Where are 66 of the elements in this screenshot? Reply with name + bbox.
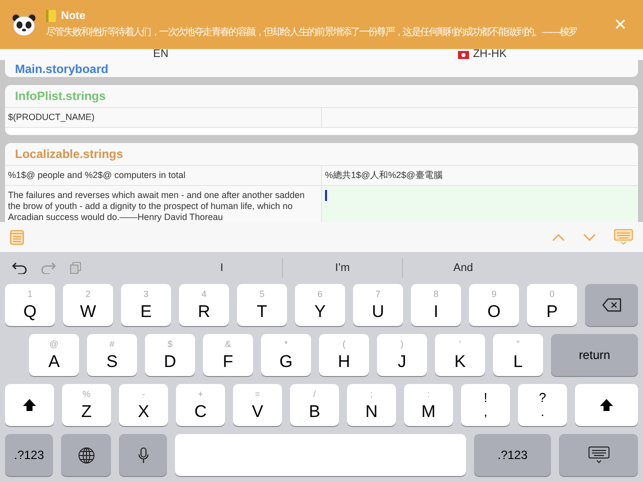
key[interactable]: 2 W [63,284,113,326]
panda-icon [12,14,36,36]
key[interactable]: ” L [493,334,543,376]
translation-field[interactable]: %總共1$@人和%2$@臺電腦 [321,166,638,185]
key[interactable]: 5 T [237,284,287,326]
key[interactable]: / B [290,384,339,426]
key[interactable]: 8 I [411,284,461,326]
key[interactable]: 3 E [121,284,171,326]
notification-title: Note [61,10,86,22]
numbers-key[interactable]: .?123 [474,434,551,476]
key[interactable]: 6 Y [295,284,345,326]
language-label: EN [153,49,168,60]
key[interactable]: 4 R [179,284,229,326]
globe-key[interactable] [61,434,111,476]
key[interactable]: + C [176,384,225,426]
backspace-key[interactable] [585,284,638,326]
shift-icon [599,398,614,412]
key[interactable]: 1 Q [5,284,55,326]
shift-key[interactable] [5,384,54,426]
list-icon[interactable] [10,230,24,244]
microphone-key[interactable] [119,434,167,476]
suggestion[interactable]: I’m [282,258,402,278]
chevron-down-icon[interactable] [583,234,596,240]
key[interactable]: % Z [62,384,111,426]
shift-key[interactable] [575,384,638,426]
key[interactable]: 7 U [353,284,403,326]
key[interactable]: 0 P [527,284,577,326]
language-label: ZH-HK [472,49,507,60]
text-cursor [325,190,326,201]
microphone-icon [138,446,148,464]
translation-field[interactable] [321,186,638,222]
key[interactable]: & F [203,334,253,376]
keyboard-hide-icon[interactable] [614,229,633,245]
globe-icon [78,446,94,464]
key[interactable]: 9 O [469,284,519,326]
undo-icon[interactable] [12,262,27,274]
key[interactable]: ) J [377,334,427,376]
key[interactable]: ! , [461,384,510,426]
key[interactable]: = V [233,384,282,426]
paste-icon[interactable] [70,262,81,274]
key[interactable]: ; N [347,384,396,426]
key[interactable]: : M [404,384,453,426]
backspace-icon [602,298,622,312]
notification-message: 尽管失败和挫折等待着人们，一次次地夺走青春的容颜，但却给人生的前景增添了一份尊严，这是任何顺利的成功都不能做到的。——梭罗 [46,26,577,39]
key[interactable]: - X [119,384,168,426]
suggestion[interactable]: And [402,258,524,278]
key[interactable]: # S [87,334,137,376]
source-text: %1$@ people and %2$@ computers in total [7,169,186,182]
keyboard-dismiss-key[interactable] [559,434,638,476]
chevron-up-icon[interactable] [552,234,565,240]
key[interactable]: ? . [518,384,567,426]
key[interactable]: * G [261,334,311,376]
section-title[interactable]: Main.storyboard [5,60,638,77]
key[interactable]: @ A [29,334,79,376]
numbers-key[interactable]: .?123 [5,434,53,476]
key[interactable]: ( H [319,334,369,376]
shift-icon [22,398,37,412]
key[interactable]: ’ K [435,334,485,376]
key[interactable]: $ D [145,334,195,376]
suggestion[interactable]: I [162,258,282,278]
source-text: $(PRODUCT_NAME) [7,111,96,124]
keyboard-icon [588,446,610,464]
source-text: The failures and reverses which await men - and one after another sadden the brow of youth - add a dignity to the prospect of human life, which no Arcadian success would do.——Henry David Thoreau [7,189,306,222]
redo-icon[interactable] [41,262,56,274]
return-key[interactable]: return [551,334,638,376]
notebook-icon [46,10,56,22]
